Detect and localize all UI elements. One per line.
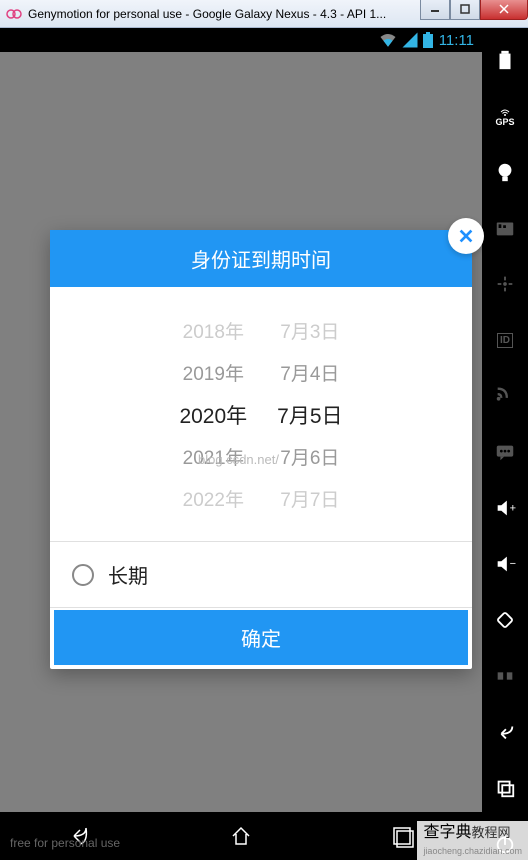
wheel-item: 7月3日 [280, 320, 339, 346]
signal-icon [401, 31, 419, 49]
back-sidebar-icon[interactable] [493, 720, 517, 744]
modal-body: 2018年 2019年 2020年 2021年 2022年 7月3日 7月4日 … [50, 287, 472, 541]
svg-text:+: + [510, 503, 516, 515]
divider [50, 607, 472, 608]
app-content: 身份证到期时间 2018年 2019年 2020年 2021年 2022年 7月… [0, 52, 482, 812]
gps-sidebar-icon[interactable]: GPS [493, 104, 517, 128]
battery-sidebar-icon[interactable] [493, 48, 517, 72]
date-picker-wheels: 2018年 2019年 2020年 2021年 2022年 7月3日 7月4日 … [50, 317, 472, 517]
site-watermark: 查字典教程网 jiaocheng.chazidian.com [417, 821, 528, 860]
wheel-item-selected: 2020年 [179, 404, 247, 430]
android-status-bar: 11:11 [0, 28, 482, 52]
year-wheel[interactable]: 2018年 2019年 2020年 2021年 2022年 [179, 317, 247, 517]
window-controls [420, 0, 528, 20]
recent-apps-button[interactable] [388, 822, 416, 850]
image-watermark: blog.csdn.net/ [198, 452, 279, 467]
window-titlebar: Genymotion for personal use - Google Gal… [0, 0, 528, 28]
wheel-item: 7月7日 [280, 488, 339, 514]
app-icon [6, 6, 22, 22]
remote-sidebar-icon[interactable] [493, 272, 517, 296]
wheel-item: 2022年 [183, 488, 244, 514]
recent-sidebar-icon[interactable] [493, 776, 517, 800]
permanent-label: 长期 [108, 560, 148, 589]
wheel-item: 7月6日 [280, 446, 339, 472]
volume-down-icon[interactable]: − [493, 552, 517, 576]
camera-sidebar-icon[interactable] [493, 160, 517, 184]
sms-sidebar-icon[interactable] [493, 440, 517, 464]
device-screen: 11:11 身份证到期时间 2018年 2019年 2020年 2021年 [0, 28, 482, 860]
wheel-item-selected: 7月5日 [277, 404, 342, 430]
home-button[interactable] [227, 822, 255, 850]
wheel-item: 7月4日 [280, 362, 339, 388]
rotate-sidebar-icon[interactable] [493, 608, 517, 632]
android-nav-bar: free for personal use [0, 812, 482, 860]
emulator-sidebar: GPS ID + − [482, 28, 528, 860]
close-window-button[interactable] [480, 0, 528, 20]
wheel-item: 2019年 [183, 362, 244, 388]
confirm-button[interactable]: 确定 [54, 610, 468, 665]
volume-up-icon[interactable]: + [493, 496, 517, 520]
modal-title: 身份证到期时间 [50, 230, 472, 287]
capture-sidebar-icon[interactable] [493, 216, 517, 240]
pixel-sidebar-icon[interactable] [493, 664, 517, 688]
window-title: Genymotion for personal use - Google Gal… [28, 7, 420, 21]
permanent-option-row[interactable]: 长期 [50, 542, 472, 607]
status-time: 11:11 [439, 32, 474, 49]
free-text-watermark: free for personal use [10, 836, 120, 850]
wheel-item: 2018年 [183, 320, 244, 346]
wifi-icon [379, 31, 397, 49]
close-modal-button[interactable] [448, 218, 484, 254]
date-picker-modal: 身份证到期时间 2018年 2019年 2020年 2021年 2022年 7月… [50, 230, 472, 669]
id-sidebar-icon[interactable]: ID [493, 328, 517, 352]
maximize-button[interactable] [450, 0, 480, 20]
svg-text:−: − [510, 558, 516, 570]
emulator-frame: 11:11 身份证到期时间 2018年 2019年 2020年 2021年 [0, 28, 528, 860]
battery-icon [423, 32, 433, 48]
minimize-button[interactable] [420, 0, 450, 20]
close-icon [457, 227, 475, 245]
radio-unchecked-icon [72, 564, 94, 586]
date-wheel[interactable]: 7月3日 7月4日 7月5日 7月6日 7月7日 [277, 317, 342, 517]
network-sidebar-icon[interactable] [493, 384, 517, 408]
